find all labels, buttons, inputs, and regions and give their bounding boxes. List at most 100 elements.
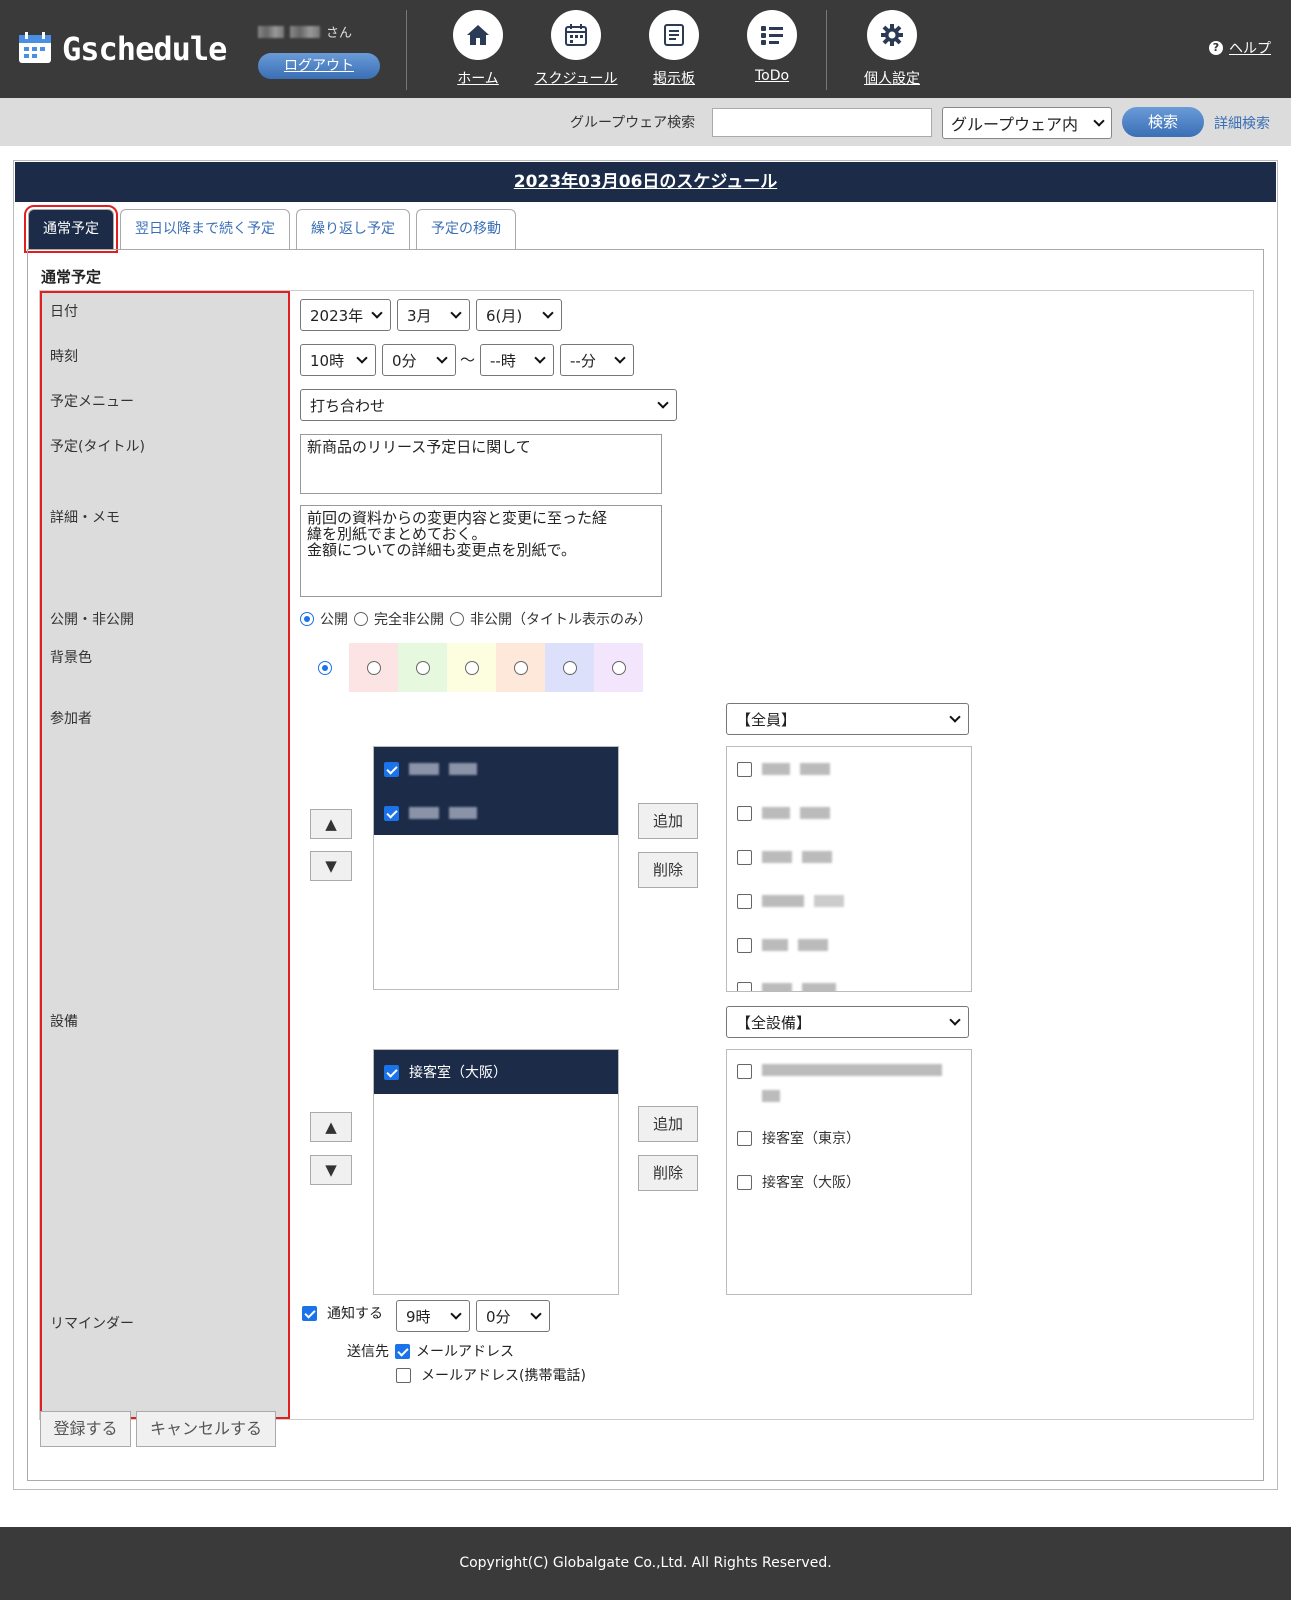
participant-selected-list[interactable] <box>373 746 619 990</box>
list-item[interactable] <box>727 835 971 879</box>
participant-remove-button[interactable]: 削除 <box>638 852 698 888</box>
participant-checkbox[interactable] <box>737 761 752 777</box>
bgcolor-radio[interactable] <box>464 660 479 675</box>
email-checkbox[interactable] <box>395 1343 410 1359</box>
list-item[interactable] <box>727 923 971 967</box>
participant-name-redacted <box>798 939 828 951</box>
calendar-icon <box>551 10 601 60</box>
participant-up-button[interactable]: ▲ <box>310 809 352 839</box>
chevron-down-icon <box>1093 115 1105 127</box>
bgcolor-radio[interactable] <box>513 660 528 675</box>
participant-down-button[interactable]: ▼ <box>310 851 352 881</box>
list-item[interactable] <box>374 791 618 835</box>
list-item[interactable] <box>727 879 971 923</box>
facility-checkbox[interactable] <box>384 1064 399 1080</box>
visibility-title-only-radio[interactable] <box>450 612 464 626</box>
month-select[interactable]: 3月 <box>397 299 470 331</box>
register-button[interactable]: 登録する <box>40 1411 131 1447</box>
nav-schedule[interactable]: スクジュール <box>526 10 626 88</box>
search-scope-select[interactable]: グループウェア内 <box>942 107 1112 139</box>
participant-checkbox[interactable] <box>384 761 399 777</box>
year-select[interactable]: 2023年 <box>300 299 391 331</box>
list-item[interactable]: 接客室（大阪） <box>727 1160 971 1204</box>
participant-name-redacted <box>800 807 830 819</box>
list-item[interactable] <box>727 1050 971 1116</box>
app-logo[interactable]: Gschedule <box>18 30 227 68</box>
facility-down-button[interactable]: ▼ <box>310 1155 352 1185</box>
app-name: Gschedule <box>62 30 227 68</box>
end-min-value: --分 <box>570 351 596 370</box>
end-hour-select[interactable]: --時 <box>480 344 554 376</box>
bgcolor-swatch[interactable] <box>594 643 643 692</box>
facility-selected-list[interactable]: 接客室（大阪） <box>373 1049 619 1295</box>
list-item[interactable] <box>374 747 618 791</box>
menu-select[interactable]: 打ち合わせ <box>300 389 677 421</box>
list-item[interactable] <box>727 747 971 791</box>
bgcolor-swatch[interactable] <box>447 643 496 692</box>
tab-move[interactable]: 予定の移動 <box>416 209 516 249</box>
facility-group-select[interactable]: 【全設備】 <box>726 1006 969 1038</box>
bgcolor-swatch[interactable] <box>300 643 349 692</box>
participant-checkbox[interactable] <box>737 849 752 865</box>
mobile-email-checkbox[interactable] <box>396 1367 411 1383</box>
cancel-button[interactable]: キャンセルする <box>136 1411 276 1447</box>
list-item[interactable] <box>727 791 971 835</box>
nav-todo[interactable]: ToDo <box>722 10 822 84</box>
facility-checkbox[interactable] <box>737 1064 752 1079</box>
bgcolor-radio[interactable] <box>611 660 626 675</box>
help-link[interactable]: ? ヘルプ <box>1209 38 1271 58</box>
label-reminder: リマインダー <box>50 1316 134 1332</box>
bgcolor-swatch[interactable] <box>398 643 447 692</box>
start-hour-select[interactable]: 10時 <box>300 344 376 376</box>
participant-checkbox[interactable] <box>737 893 752 909</box>
participant-checkbox[interactable] <box>737 937 752 953</box>
nav-settings[interactable]: 個人設定 <box>842 10 942 88</box>
bgcolor-radio[interactable] <box>415 660 430 675</box>
facility-name: 接客室（大阪） <box>762 1175 860 1191</box>
end-min-select[interactable]: --分 <box>560 344 634 376</box>
participant-available-list[interactable] <box>726 746 972 992</box>
participant-checkbox[interactable] <box>737 805 752 821</box>
bgcolor-radio[interactable] <box>317 660 332 675</box>
participant-group-select[interactable]: 【全員】 <box>726 703 969 735</box>
participant-checkbox[interactable] <box>737 981 752 991</box>
calendar-logo-icon <box>18 31 54 67</box>
bgcolor-swatch[interactable] <box>545 643 594 692</box>
help-label[interactable]: ヘルプ <box>1229 38 1271 58</box>
memo-textarea[interactable]: 前回の資料からの変更内容と変更に至った経 緯を別紙でまとめておく。 金額について… <box>300 505 662 597</box>
facility-available-list[interactable]: 接客室（東京） 接客室（大阪） <box>726 1049 972 1295</box>
search-bar: グループウェア検索 グループウェア内 検索 詳細検索 <box>0 98 1291 146</box>
participant-add-button[interactable]: 追加 <box>638 803 698 839</box>
nav-board[interactable]: 掲示板 <box>624 10 724 88</box>
reminder-min-select[interactable]: 0分 <box>476 1300 550 1332</box>
tab-repeat[interactable]: 繰り返し予定 <box>296 209 410 249</box>
search-button[interactable]: 検索 <box>1122 107 1204 137</box>
search-input[interactable] <box>712 108 932 137</box>
facility-up-button[interactable]: ▲ <box>310 1112 352 1142</box>
advanced-search-link[interactable]: 詳細検索 <box>1214 113 1270 133</box>
reminder-checkbox[interactable] <box>302 1305 317 1321</box>
list-item[interactable]: 接客室（大阪） <box>374 1050 618 1094</box>
bgcolor-radio[interactable] <box>366 660 381 675</box>
tab-multiday[interactable]: 翌日以降まで続く予定 <box>120 209 290 249</box>
bgcolor-radio[interactable] <box>562 660 577 675</box>
bgcolor-swatch[interactable] <box>349 643 398 692</box>
day-select[interactable]: 6(月) <box>476 299 562 331</box>
reminder-hour-select[interactable]: 9時 <box>396 1300 470 1332</box>
participant-checkbox[interactable] <box>384 805 399 821</box>
visibility-public-radio[interactable] <box>300 612 314 626</box>
visibility-private-radio[interactable] <box>354 612 368 626</box>
logout-button[interactable]: ログアウト <box>258 53 380 79</box>
facility-checkbox[interactable] <box>737 1130 752 1146</box>
bgcolor-swatch[interactable] <box>496 643 545 692</box>
nav-home[interactable]: ホーム <box>428 10 528 88</box>
start-min-select[interactable]: 0分 <box>382 344 456 376</box>
facility-add-button[interactable]: 追加 <box>638 1106 698 1142</box>
list-item[interactable] <box>727 967 971 991</box>
day-value: 6(月) <box>486 306 523 325</box>
facility-checkbox[interactable] <box>737 1174 752 1190</box>
title-textarea[interactable]: 新商品のリリース予定日に関して <box>300 434 662 494</box>
tab-normal[interactable]: 通常予定 <box>24 205 118 253</box>
list-item[interactable]: 接客室（東京） <box>727 1116 971 1160</box>
facility-remove-button[interactable]: 削除 <box>638 1155 698 1191</box>
